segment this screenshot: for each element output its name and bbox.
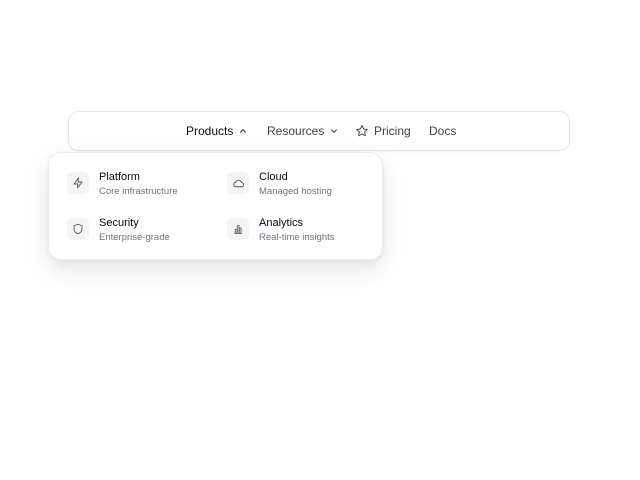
menu-item-security[interactable]: Security Enterprise-grade — [67, 217, 217, 251]
menu-item-description: Real-time insights — [259, 232, 335, 243]
nav-products-label: Products — [186, 124, 234, 138]
menu-item-title: Cloud — [259, 171, 288, 183]
nav-resources-label: Resources — [267, 124, 325, 138]
menu-item-title: Analytics — [259, 217, 304, 229]
menu-item-description: Enterprise-grade — [99, 232, 170, 243]
bar-chart-icon — [227, 218, 249, 240]
nav-products-trigger[interactable]: Products — [186, 112, 248, 150]
products-dropdown-menu: Platform Core infrastructure Cloud Manag… — [48, 152, 383, 260]
menu-item-description: Managed hosting — [259, 186, 332, 197]
menu-item-description: Core infrastructure — [99, 186, 178, 197]
cloud-icon — [227, 172, 249, 194]
shield-icon — [67, 218, 89, 240]
menu-item-platform[interactable]: Platform Core infrastructure — [67, 171, 217, 205]
menu-item-title: Platform — [99, 171, 140, 183]
nav-pricing-link[interactable]: Pricing — [355, 112, 411, 150]
star-icon — [355, 124, 369, 138]
menu-item-title: Security — [99, 217, 139, 229]
nav-docs-link[interactable]: Docs — [429, 112, 456, 150]
top-navigation-bar: Products Resources Pricing Docs — [68, 111, 570, 151]
nav-resources-trigger[interactable]: Resources — [267, 112, 339, 150]
nav-pricing-label: Pricing — [374, 124, 411, 138]
chevron-up-icon — [238, 126, 248, 136]
chevron-down-icon — [329, 126, 339, 136]
menu-item-analytics[interactable]: Analytics Real-time insights — [227, 217, 377, 251]
nav-docs-label: Docs — [429, 124, 457, 138]
lightning-icon — [67, 172, 89, 194]
menu-item-cloud[interactable]: Cloud Managed hosting — [227, 171, 377, 205]
